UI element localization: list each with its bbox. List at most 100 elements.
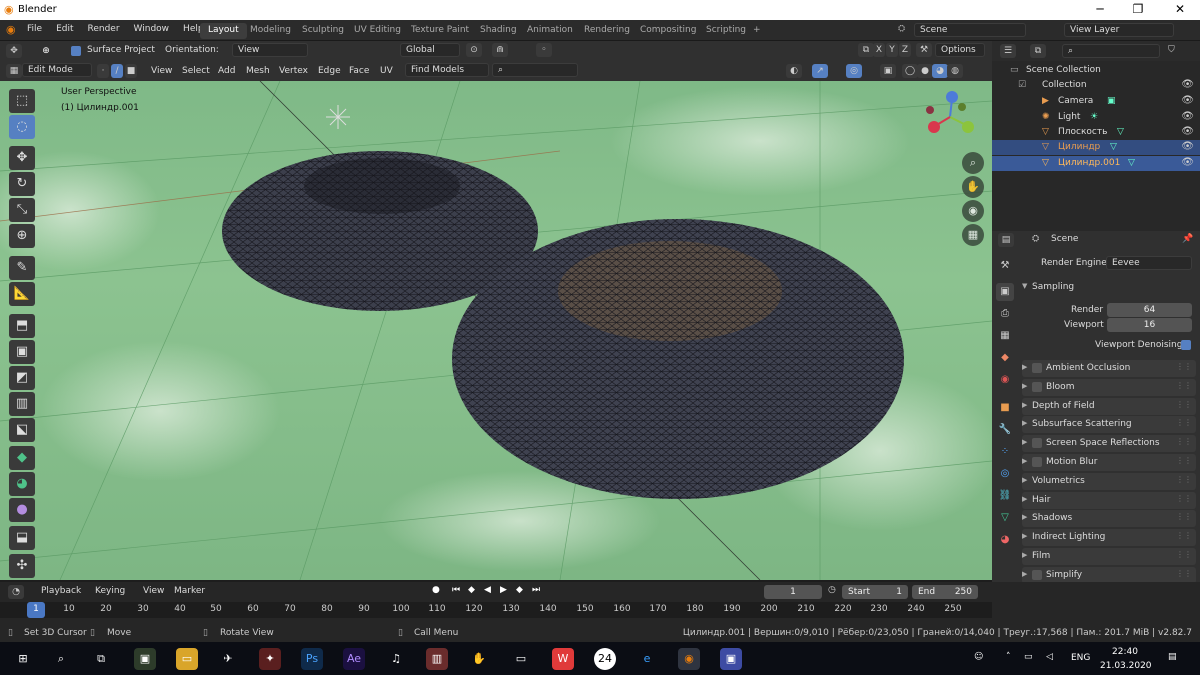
drag-handle-icon[interactable]: ⋮⋮ bbox=[1176, 381, 1192, 390]
outliner-item-plane[interactable]: ▽ Плоскость ▽ 👁 bbox=[992, 125, 1200, 140]
menu-render[interactable]: Render bbox=[88, 24, 120, 34]
menu-face[interactable]: Face bbox=[349, 66, 369, 76]
clock-time[interactable]: 22:40 bbox=[1112, 647, 1138, 657]
editor-type-icon[interactable]: ✥ bbox=[6, 44, 22, 58]
3d-viewport[interactable]: User Perspective (1) Цилиндр.001 ⌕ ✋ ◉ ▦ bbox=[0, 81, 992, 580]
poly-build-tool-icon[interactable]: ◆ bbox=[9, 446, 35, 470]
blender-menu-icon[interactable]: ◉ bbox=[6, 23, 16, 36]
drag-handle-icon[interactable]: ⋮⋮ bbox=[1176, 475, 1192, 484]
clock-date[interactable]: 21.03.2020 bbox=[1100, 661, 1152, 671]
blender-taskbar-icon[interactable]: ◉ bbox=[678, 648, 700, 670]
transform-orientation-dropdown[interactable]: Global bbox=[400, 43, 460, 57]
tab-modeling[interactable]: Modeling bbox=[242, 23, 299, 39]
axis-x-toggle[interactable]: X bbox=[873, 43, 885, 57]
eye-icon[interactable]: 👁 bbox=[1181, 126, 1194, 137]
render-panel-header[interactable]: ▶ Motion Blur ⋮⋮ bbox=[1022, 454, 1196, 471]
task-view-icon[interactable]: ⧉ bbox=[90, 648, 112, 670]
search-icon[interactable]: ⌕ bbox=[50, 648, 72, 670]
view-layer-tab-icon[interactable]: ▦ bbox=[996, 327, 1014, 345]
timeline-menu-marker[interactable]: Marker bbox=[174, 586, 205, 596]
pivot-icon[interactable]: ⊙ bbox=[466, 43, 482, 57]
properties-editor-icon[interactable]: ▤ bbox=[998, 233, 1014, 247]
current-frame-field[interactable]: 1 bbox=[764, 585, 822, 599]
mirror-icon[interactable]: ⧉ bbox=[858, 43, 874, 57]
perspective-toggle-icon[interactable]: ▦ bbox=[962, 224, 984, 246]
move-tool-icon[interactable]: ✥ bbox=[9, 146, 35, 170]
render-panel-header[interactable]: ▶ Screen Space Reflections ⋮⋮ bbox=[1022, 435, 1196, 452]
annotate-tool-icon[interactable]: ✎ bbox=[9, 256, 35, 280]
timeline-menu-keying[interactable]: Keying bbox=[95, 586, 125, 596]
app-icon[interactable]: ▭ bbox=[510, 648, 532, 670]
xray-icon[interactable]: ▣ bbox=[880, 64, 896, 78]
measure-tool-icon[interactable]: 📐 bbox=[9, 282, 35, 306]
eye-icon[interactable]: 👁 bbox=[1181, 111, 1194, 122]
bevel-tool-icon[interactable]: ◩ bbox=[9, 366, 35, 390]
modifier-tab-icon[interactable]: 🔧 bbox=[996, 421, 1014, 439]
knife-tool-icon[interactable]: ⬕ bbox=[9, 418, 35, 442]
network-icon[interactable]: ▭ bbox=[1024, 652, 1033, 662]
app-icon[interactable]: ✦ bbox=[259, 648, 281, 670]
drag-handle-icon[interactable]: ⋮⋮ bbox=[1176, 400, 1192, 409]
menu-vertex[interactable]: Vertex bbox=[279, 66, 308, 76]
render-tab-icon[interactable]: ▣ bbox=[996, 283, 1014, 301]
render-samples-field[interactable]: 64 bbox=[1107, 303, 1192, 317]
find-models-dropdown[interactable]: Find Models bbox=[405, 63, 489, 77]
outliner-scene-collection[interactable]: ▭ Scene Collection bbox=[992, 63, 1200, 78]
gizmo-icon[interactable]: ↗ bbox=[812, 64, 828, 78]
render-panel-header[interactable]: ▶ Bloom ⋮⋮ bbox=[1022, 379, 1196, 396]
eye-icon[interactable]: 👁 bbox=[1181, 141, 1194, 152]
drag-handle-icon[interactable]: ⋮⋮ bbox=[1176, 362, 1192, 371]
physics-tab-icon[interactable]: ◎ bbox=[996, 465, 1014, 483]
eye-icon[interactable]: 👁 bbox=[1181, 95, 1194, 106]
edge-slide-tool-icon[interactable]: ⬓ bbox=[9, 526, 35, 550]
tab-texture-paint[interactable]: Texture Paint bbox=[403, 23, 477, 39]
viewport-samples-field[interactable]: 16 bbox=[1107, 318, 1192, 332]
drag-handle-icon[interactable]: ⋮⋮ bbox=[1176, 569, 1192, 578]
orientation-dropdown[interactable]: View bbox=[232, 43, 308, 57]
menu-edit[interactable]: Edit bbox=[56, 24, 73, 34]
zoom-icon[interactable]: ⌕ bbox=[962, 152, 984, 174]
axis-z-toggle[interactable]: Z bbox=[899, 43, 911, 57]
loop-cut-tool-icon[interactable]: ▥ bbox=[9, 392, 35, 416]
smooth-tool-icon[interactable]: ● bbox=[9, 498, 35, 522]
render-panel-header[interactable]: ▶ Hair ⋮⋮ bbox=[1022, 492, 1196, 509]
drag-handle-icon[interactable]: ⋮⋮ bbox=[1176, 494, 1192, 503]
file-explorer-icon[interactable]: ▭ bbox=[176, 648, 198, 670]
drag-handle-icon[interactable]: ⋮⋮ bbox=[1176, 437, 1192, 446]
outliner-editor-icon[interactable]: ☰ bbox=[1000, 44, 1016, 58]
spin-tool-icon[interactable]: ◕ bbox=[9, 472, 35, 496]
axis-y-toggle[interactable]: Y bbox=[886, 43, 898, 57]
snap-target-icon[interactable]: ⊕ bbox=[38, 44, 54, 58]
render-panel-header[interactable]: ▶ Volumetrics ⋮⋮ bbox=[1022, 473, 1196, 490]
drag-handle-icon[interactable]: ⋮⋮ bbox=[1176, 456, 1192, 465]
scale-tool-icon[interactable]: ⤡ bbox=[9, 198, 35, 222]
view-layer-selector[interactable]: View Layer bbox=[1064, 23, 1174, 37]
menu-add[interactable]: Add bbox=[218, 66, 235, 76]
rotate-tool-icon[interactable]: ↻ bbox=[9, 172, 35, 196]
render-panel-header[interactable]: ▶ Subsurface Scattering ⋮⋮ bbox=[1022, 416, 1196, 433]
scene-selector[interactable]: Scene bbox=[914, 23, 1026, 37]
render-panel-header[interactable]: ▶ Ambient Occlusion ⋮⋮ bbox=[1022, 360, 1196, 377]
tab-animation[interactable]: Animation bbox=[519, 23, 581, 39]
edge-browser-icon[interactable]: e bbox=[636, 648, 658, 670]
maximize-button[interactable]: ❐ bbox=[1128, 2, 1148, 16]
tab-layout[interactable]: Layout bbox=[200, 23, 247, 39]
edge-select-icon[interactable]: / bbox=[111, 64, 123, 78]
options-dropdown[interactable]: Options bbox=[935, 43, 985, 57]
select-box-icon[interactable]: ⬚ bbox=[9, 89, 35, 113]
panel-enable-checkbox[interactable] bbox=[1032, 363, 1042, 373]
display-mode-icon[interactable]: ⧉ bbox=[1030, 44, 1046, 58]
viewport-denoising-checkbox[interactable] bbox=[1181, 340, 1191, 350]
tab-uv-editing[interactable]: UV Editing bbox=[346, 23, 409, 39]
tab-sculpting[interactable]: Sculpting bbox=[294, 23, 352, 39]
panel-enable-checkbox[interactable] bbox=[1032, 570, 1042, 580]
constraints-tab-icon[interactable]: ⛓ bbox=[996, 487, 1014, 505]
outliner-item-camera[interactable]: ▶ Camera ▣ 👁 bbox=[992, 94, 1200, 109]
scene-tab-icon[interactable]: ◆ bbox=[996, 349, 1014, 367]
mode-dropdown[interactable]: Edit Mode bbox=[22, 63, 92, 77]
drag-handle-icon[interactable]: ⋮⋮ bbox=[1176, 531, 1192, 540]
proportional-icon[interactable]: ◦ bbox=[536, 43, 552, 57]
material-shading-icon[interactable]: ◕ bbox=[932, 64, 948, 78]
app-icon[interactable]: ▣ bbox=[134, 648, 156, 670]
menu-view[interactable]: View bbox=[151, 66, 172, 76]
